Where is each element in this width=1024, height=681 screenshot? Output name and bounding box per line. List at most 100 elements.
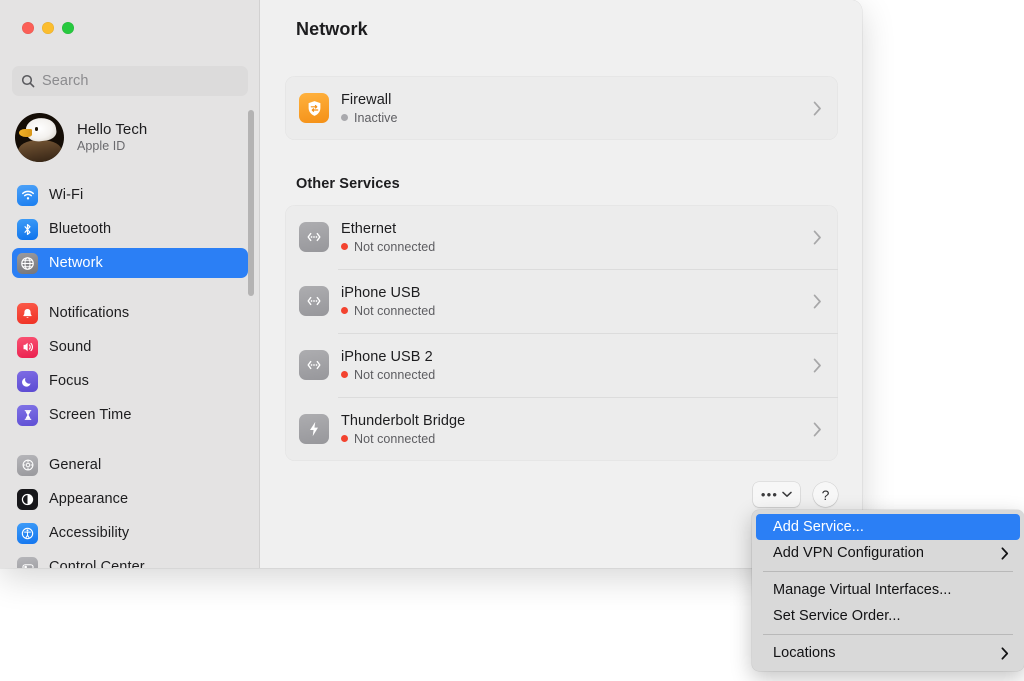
menu-separator <box>763 571 1013 572</box>
sidebar-item-notifications[interactable]: Notifications <box>12 298 248 328</box>
sidebar: Search Hello Tech Apple ID Wi-Fi Bluetoo… <box>0 0 260 568</box>
status-badge: Not connected <box>341 304 813 318</box>
menu-item-label: Locations <box>773 645 836 661</box>
sidebar-item-network[interactable]: Network <box>12 248 248 278</box>
control-center-icon <box>17 556 38 568</box>
more-options-button[interactable]: ••• <box>753 482 800 507</box>
chevron-down-icon <box>782 491 792 497</box>
list-item-ethernet[interactable]: Ethernet Not connected <box>285 205 838 269</box>
menu-item-label: Manage Virtual Interfaces... <box>773 582 952 598</box>
general-gear-icon <box>17 454 38 476</box>
appearance-contrast-icon <box>17 488 38 510</box>
sidebar-scrollbar[interactable] <box>248 110 254 296</box>
sidebar-item-label: Control Center <box>49 559 145 568</box>
menu-item-label: Add Service... <box>773 519 864 535</box>
row-title: Firewall <box>341 91 392 108</box>
account-subtitle: Apple ID <box>77 139 126 153</box>
sidebar-item-label: Accessibility <box>49 525 130 541</box>
bluetooth-icon <box>17 218 38 240</box>
sidebar-item-focus[interactable]: Focus <box>12 366 248 396</box>
submenu-arrow-icon <box>1001 546 1009 560</box>
sidebar-item-label: General <box>49 457 102 473</box>
status-dot <box>341 243 348 250</box>
system-settings-window: Search Hello Tech Apple ID Wi-Fi Bluetoo… <box>0 0 862 568</box>
traffic-lights <box>22 22 74 34</box>
status-dot <box>341 307 348 314</box>
submenu-arrow-icon <box>1001 646 1009 660</box>
sidebar-item-label: Wi-Fi <box>49 187 84 203</box>
status-text: Not connected <box>354 239 436 254</box>
row-title: iPhone USB <box>341 284 421 301</box>
menu-item-add-vpn-configuration[interactable]: Add VPN Configuration <box>756 540 1020 566</box>
list-item-iphone-usb-2[interactable]: iPhone USB 2 Not connected <box>285 333 838 397</box>
menu-item-manage-virtual-interfaces[interactable]: Manage Virtual Interfaces... <box>756 577 1020 603</box>
row-title: Ethernet <box>341 220 397 237</box>
firewall-shield-icon <box>299 93 329 123</box>
status-dot <box>341 371 348 378</box>
ethernet-icon <box>299 286 329 316</box>
ethernet-icon <box>299 222 329 252</box>
sidebar-item-label: Focus <box>49 373 89 389</box>
zoom-button[interactable] <box>62 22 74 34</box>
sidebar-item-accessibility[interactable]: Accessibility <box>12 518 248 548</box>
status-text: Not connected <box>354 303 436 318</box>
account-name: Hello Tech <box>77 121 148 138</box>
menu-item-set-service-order[interactable]: Set Service Order... <box>756 603 1020 629</box>
page-title: Network <box>296 19 368 39</box>
sidebar-item-screen-time[interactable]: Screen Time <box>12 400 248 430</box>
sidebar-nav: Wi-Fi Bluetooth Network Notifications So… <box>0 180 259 568</box>
menu-item-label: Add VPN Configuration <box>773 545 924 561</box>
row-title: iPhone USB 2 <box>341 348 433 365</box>
search-input[interactable]: Search <box>12 66 248 96</box>
sidebar-item-label: Network <box>49 255 103 271</box>
sidebar-item-label: Appearance <box>49 491 129 507</box>
chevron-right-icon <box>813 230 821 244</box>
notifications-bell-icon <box>17 302 38 324</box>
question-mark-icon: ? <box>821 486 830 503</box>
apple-id-account-item[interactable]: Hello Tech Apple ID <box>12 107 240 167</box>
search-placeholder: Search <box>42 73 89 89</box>
network-globe-icon <box>17 252 38 274</box>
search-icon <box>21 74 35 88</box>
sidebar-item-control-center[interactable]: Control Center <box>12 552 248 568</box>
status-dot <box>341 435 348 442</box>
avatar <box>15 112 64 162</box>
sidebar-item-sound[interactable]: Sound <box>12 332 248 362</box>
status-dot <box>341 114 348 121</box>
status-badge: Not connected <box>341 368 813 382</box>
more-options-menu: Add Service... Add VPN Configuration Man… <box>752 510 1024 671</box>
other-services-card: Ethernet Not connected iPhone USB Not co… <box>285 205 838 461</box>
sidebar-item-general[interactable]: General <box>12 450 248 480</box>
status-text: Not connected <box>354 367 436 382</box>
status-badge: Not connected <box>341 432 813 446</box>
screen-time-hourglass-icon <box>17 404 38 426</box>
list-item-firewall[interactable]: Firewall Inactive <box>285 76 838 140</box>
menu-separator <box>763 634 1013 635</box>
list-item-thunderbolt-bridge[interactable]: Thunderbolt Bridge Not connected <box>285 397 838 461</box>
chevron-right-icon <box>813 358 821 372</box>
sidebar-item-appearance[interactable]: Appearance <box>12 484 248 514</box>
menu-item-locations[interactable]: Locations <box>756 640 1020 666</box>
ethernet-icon <box>299 350 329 380</box>
thunderbolt-icon <box>299 414 329 444</box>
status-text: Inactive <box>354 110 398 125</box>
menu-item-label: Set Service Order... <box>773 608 901 624</box>
sidebar-item-wi-fi[interactable]: Wi-Fi <box>12 180 248 210</box>
wifi-icon <box>17 184 38 206</box>
status-badge: Inactive <box>341 111 813 125</box>
menu-item-add-service[interactable]: Add Service... <box>756 514 1020 540</box>
minimize-button[interactable] <box>42 22 54 34</box>
focus-moon-icon <box>17 370 38 392</box>
status-text: Not connected <box>354 431 436 446</box>
chevron-right-icon <box>813 294 821 308</box>
close-button[interactable] <box>22 22 34 34</box>
accessibility-person-icon <box>17 522 38 544</box>
sidebar-item-label: Screen Time <box>49 407 132 423</box>
sidebar-item-bluetooth[interactable]: Bluetooth <box>12 214 248 244</box>
help-button[interactable]: ? <box>813 482 838 507</box>
sidebar-group-connectivity: Wi-Fi Bluetooth Network <box>0 180 259 278</box>
sidebar-item-label: Notifications <box>49 305 130 321</box>
sidebar-group-system: Notifications Sound Focus Screen Time <box>0 298 259 430</box>
section-title-other-services: Other Services <box>296 176 400 192</box>
list-item-iphone-usb[interactable]: iPhone USB Not connected <box>285 269 838 333</box>
